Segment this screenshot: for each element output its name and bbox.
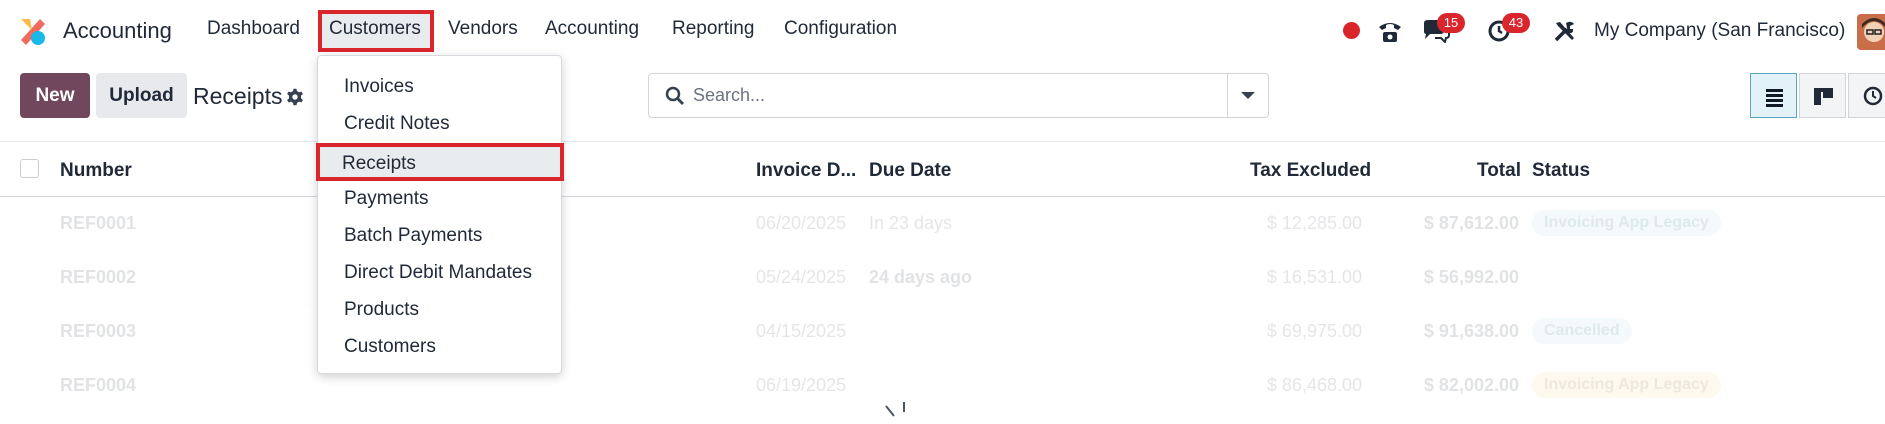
debug-tools-icon[interactable] — [1553, 19, 1577, 43]
menu-item-credit-notes[interactable]: Credit Notes — [344, 113, 450, 135]
activities-badge: 43 — [1502, 13, 1530, 33]
cell-tax-excluded: $ 69,975.00 — [1266, 321, 1362, 341]
messages-badge: 15 — [1437, 13, 1465, 33]
cell-number: REF0002 — [60, 267, 137, 287]
status-badge: Cancelled — [1532, 318, 1632, 344]
top-navbar: Accounting Dashboard Customers Vendors A… — [0, 0, 1885, 62]
kanban-view-icon — [1814, 88, 1833, 105]
company-switcher[interactable]: My Company (San Francisco) — [1594, 20, 1845, 42]
table-row[interactable]: REF0004 06/19/2025 $ 86,468.00 $ 82,002.… — [0, 359, 1885, 413]
menu-reporting[interactable]: Reporting — [672, 18, 754, 40]
list-header: Number Invoice D... Due Date Tax Exclude… — [0, 141, 1885, 197]
menu-item-customers[interactable]: Customers — [344, 336, 436, 358]
new-button[interactable]: New — [20, 73, 90, 118]
user-avatar[interactable] — [1857, 14, 1885, 50]
app-name[interactable]: Accounting — [63, 18, 172, 44]
cell-total: $ 91,638.00 — [1423, 321, 1519, 341]
accounting-app-icon[interactable] — [18, 16, 48, 46]
column-number[interactable]: Number — [60, 160, 132, 182]
recording-indicator[interactable] — [1343, 22, 1360, 39]
cell-tax-excluded: $ 16,531.00 — [1266, 267, 1362, 287]
menu-item-invoices[interactable]: Invoices — [344, 76, 414, 98]
list-view-icon — [1766, 89, 1783, 107]
cell-total: $ 87,612.00 — [1423, 213, 1519, 233]
clock-icon — [1863, 86, 1883, 106]
phone-icon[interactable] — [1377, 18, 1403, 44]
menu-item-batch-payments[interactable]: Batch Payments — [344, 225, 482, 247]
menu-item-receipts[interactable]: Receipts — [342, 153, 416, 175]
menu-accounting[interactable]: Accounting — [545, 18, 639, 40]
cell-due-date: In 23 days — [869, 213, 953, 233]
cell-invoice-date: 06/20/2025 — [756, 213, 847, 233]
cell-invoice-date: 06/19/2025 — [756, 375, 847, 395]
chevron-down-icon — [1241, 92, 1255, 99]
search-bar — [648, 73, 1269, 118]
column-status[interactable]: Status — [1532, 160, 1590, 182]
search-options-toggle[interactable] — [1227, 74, 1268, 117]
search-icon — [665, 86, 684, 105]
cell-tax-excluded: $ 12,285.00 — [1266, 213, 1362, 233]
cell-due-date: 24 days ago — [869, 267, 973, 287]
list-view-button[interactable] — [1750, 73, 1797, 118]
gear-icon[interactable] — [286, 88, 304, 106]
menu-item-direct-debit-mandates[interactable]: Direct Debit Mandates — [344, 262, 532, 284]
table-row[interactable]: REF0001 06/20/2025 In 23 days $ 12,285.0… — [0, 197, 1885, 251]
menu-item-payments[interactable]: Payments — [344, 188, 428, 210]
column-invoice-date[interactable]: Invoice D... — [756, 160, 856, 182]
cell-invoice-date: 04/15/2025 — [756, 321, 847, 341]
column-total[interactable]: Total — [1477, 160, 1521, 182]
cell-number: REF0004 — [60, 375, 137, 395]
cell-number: REF0001 — [60, 213, 137, 233]
menu-dashboard[interactable]: Dashboard — [207, 18, 300, 40]
status-badge: Invoicing App Legacy — [1532, 372, 1721, 398]
menu-item-receipts-highlight[interactable]: Receipts — [316, 143, 564, 181]
search-input[interactable] — [693, 74, 1213, 117]
cell-total: $ 82,002.00 — [1423, 375, 1519, 395]
cell-total: $ 56,992.00 — [1423, 267, 1519, 287]
status-badge: Invoicing App Legacy — [1532, 210, 1721, 236]
menu-item-products[interactable]: Products — [344, 299, 419, 321]
column-tax-excluded[interactable]: Tax Excluded — [1250, 160, 1371, 182]
loading-spinner-icon — [885, 402, 905, 417]
upload-button[interactable]: Upload — [96, 73, 187, 118]
customers-dropdown-menu: Invoices Credit Notes — [317, 55, 562, 374]
cell-number: REF0003 — [60, 321, 137, 341]
select-all-checkbox[interactable] — [20, 159, 39, 178]
menu-vendors[interactable]: Vendors — [448, 18, 518, 40]
cell-tax-excluded: $ 86,468.00 — [1266, 375, 1362, 395]
page-title: Receipts — [193, 83, 283, 109]
cell-invoice-date: 05/24/2025 — [756, 267, 847, 287]
kanban-view-button[interactable] — [1799, 73, 1846, 118]
table-row[interactable]: REF0002 05/24/2025 24 days ago $ 16,531.… — [0, 251, 1885, 305]
activity-view-button[interactable] — [1848, 73, 1885, 118]
column-due-date[interactable]: Due Date — [869, 160, 951, 182]
table-row[interactable]: REF0003 04/15/2025 $ 69,975.00 $ 91,638.… — [0, 305, 1885, 359]
menu-configuration[interactable]: Configuration — [784, 18, 897, 40]
menu-customers[interactable]: Customers — [329, 18, 421, 40]
